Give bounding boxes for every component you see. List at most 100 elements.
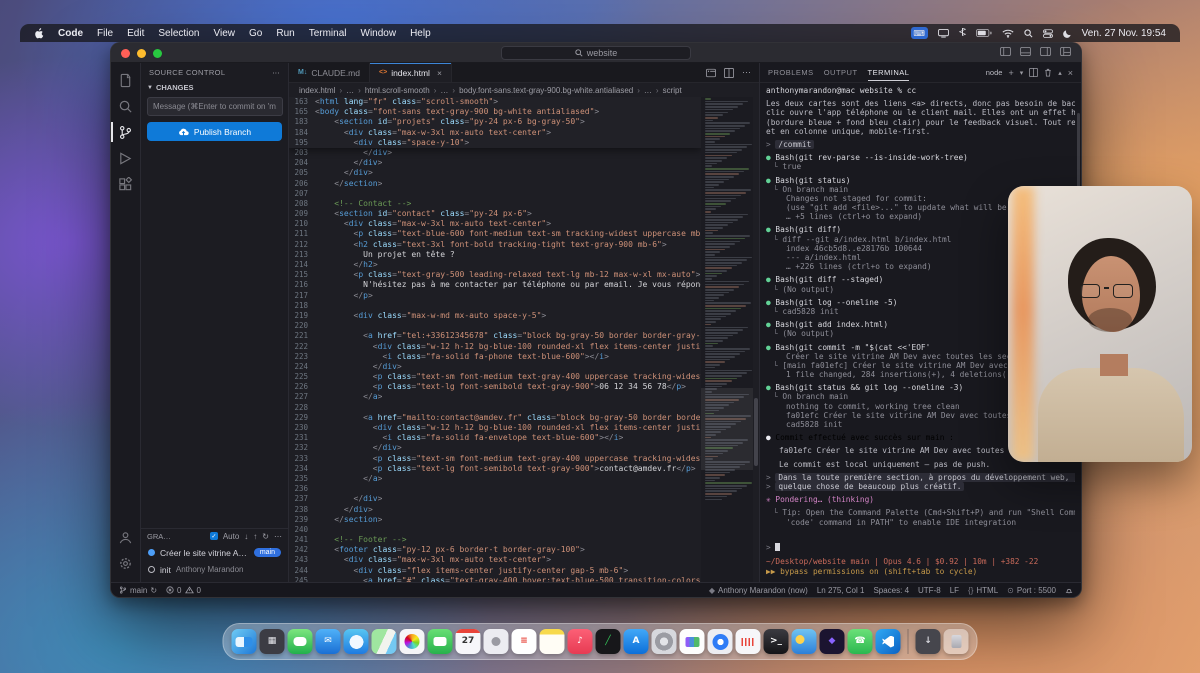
indentation-setting[interactable]: Spaces: 4 — [873, 586, 909, 595]
dock-freeform[interactable] — [680, 629, 705, 654]
code-line[interactable]: 210 <div class="max-w-3xl mx-auto text-c… — [289, 219, 701, 229]
graph-more-icon[interactable]: ⋯ — [274, 532, 282, 541]
code-line[interactable]: 241 <!-- Footer --> — [289, 535, 701, 545]
activity-extensions[interactable] — [111, 171, 141, 197]
publish-branch-button[interactable]: Publish Branch — [147, 122, 282, 141]
activity-explorer[interactable] — [111, 67, 141, 93]
code-line[interactable]: 237 </div> — [289, 494, 701, 504]
code-line[interactable]: 214 </h2> — [289, 260, 701, 270]
dock-facetime[interactable] — [428, 629, 453, 654]
menu-item-edit[interactable]: Edit — [127, 28, 144, 39]
dock-phone[interactable]: ☎ — [848, 629, 873, 654]
code-line[interactable]: 231 <i class="fa-solid fa-envelope text-… — [289, 433, 701, 443]
code-line[interactable]: 227 </a> — [289, 392, 701, 402]
command-center[interactable]: website — [501, 46, 691, 60]
tab-terminal[interactable]: TERMINAL — [868, 65, 910, 81]
toggle-sidebar-icon[interactable] — [1000, 47, 1011, 56]
menu-item-file[interactable]: File — [97, 28, 113, 39]
code-line[interactable]: 207 — [289, 189, 701, 199]
dock-appstore[interactable]: A — [624, 629, 649, 654]
code-line[interactable]: 218 — [289, 301, 701, 311]
breadcrumb-item[interactable]: html.scroll-smooth — [365, 86, 430, 95]
code-line[interactable]: 229 <a href="mailto:contact@amdev.fr" cl… — [289, 413, 701, 423]
dock-terminal[interactable]: >_ — [764, 629, 789, 654]
breadcrumb-item[interactable]: index.html — [299, 86, 335, 95]
more-actions-icon[interactable]: ⋯ — [272, 68, 280, 77]
tab-index-html[interactable]: <> index.html × — [370, 63, 452, 82]
code-line[interactable]: 203 </div> — [289, 148, 701, 158]
chevron-down-icon[interactable]: ▼ — [147, 85, 153, 91]
code-line[interactable]: 219 <div class="max-w-md mx-auto space-y… — [289, 311, 701, 321]
code-line[interactable]: 230 <div class="w-12 h-12 bg-blue-100 ro… — [289, 423, 701, 433]
zoom-window-button[interactable] — [153, 49, 162, 58]
eol-setting[interactable]: LF — [950, 586, 959, 595]
tab-claude-md[interactable]: M↓ CLAUDE.md — [289, 63, 370, 82]
dock-safari[interactable] — [344, 629, 369, 654]
code-line[interactable]: 240 — [289, 525, 701, 535]
tab-output[interactable]: OUTPUT — [824, 65, 858, 80]
menu-item-help[interactable]: Help — [410, 28, 431, 39]
screen-mirroring-icon[interactable] — [938, 29, 949, 38]
code-line[interactable]: 213 Un projet en tête ? — [289, 250, 701, 260]
code-line[interactable]: 223 <i class="fa-solid fa-phone text-blu… — [289, 352, 701, 362]
code-line[interactable]: 224 </div> — [289, 362, 701, 372]
code-line[interactable]: 243 <div class="max-w-3xl mx-auto text-c… — [289, 555, 701, 565]
auto-checkbox[interactable]: ✓ — [210, 532, 218, 540]
code-line[interactable]: 163<html lang="fr" class="scroll-smooth"… — [289, 97, 701, 107]
push-icon[interactable]: ↑ — [253, 532, 257, 541]
do-not-disturb-icon[interactable] — [1063, 29, 1072, 38]
dock-obsidian[interactable]: ◆ — [820, 629, 845, 654]
scrollbar-thumb[interactable] — [754, 398, 758, 466]
dock-trash[interactable] — [944, 629, 969, 654]
toggle-secondary-sidebar-icon[interactable] — [1040, 47, 1051, 56]
refresh-icon[interactable]: ↻ — [262, 532, 269, 541]
toggle-panel-icon[interactable] — [1020, 47, 1031, 56]
code-line[interactable]: 206 </section> — [289, 179, 701, 189]
maximize-panel-icon[interactable]: ▴ — [1058, 69, 1062, 77]
problems-indicator[interactable]: 0 0 — [166, 586, 201, 595]
code-line[interactable]: 217 </p> — [289, 291, 701, 301]
code-line[interactable]: 234 <p class="text-lg font-semibold text… — [289, 464, 701, 474]
activity-run-debug[interactable] — [111, 145, 141, 171]
new-terminal-icon[interactable]: + — [1008, 68, 1013, 78]
dock-mail[interactable]: ✉ — [316, 629, 341, 654]
dock-downloads[interactable]: ↓ — [916, 629, 941, 654]
commit-message-input[interactable] — [147, 97, 283, 116]
dock-reminders[interactable]: ≡ — [512, 629, 537, 654]
menu-item-go[interactable]: Go — [249, 28, 262, 39]
code-line[interactable]: 239 </section> — [289, 515, 701, 525]
live-server-port[interactable]: ⊙Port : 5500 — [1007, 586, 1056, 595]
menu-item-selection[interactable]: Selection — [158, 28, 199, 39]
code-line[interactable]: 205 </div> — [289, 168, 701, 178]
breadcrumb-item[interactable]: … — [440, 86, 448, 95]
code-editor[interactable]: 163<html lang="fr" class="scroll-smooth"… — [289, 97, 759, 582]
sync-icon[interactable]: ↻ — [150, 586, 157, 595]
close-tab-icon[interactable]: × — [437, 68, 442, 78]
editor-more-icon[interactable]: ⋯ — [742, 67, 751, 78]
cursor-position[interactable]: Ln 275, Col 1 — [817, 586, 865, 595]
minimap[interactable] — [701, 97, 753, 582]
control-center-icon[interactable] — [1043, 29, 1053, 38]
dock-calendar[interactable]: 27 — [456, 629, 481, 654]
dock-contacts[interactable] — [484, 629, 509, 654]
dock-finder[interactable] — [232, 629, 257, 654]
code-line[interactable]: 222 <div class="w-12 h-12 bg-blue-100 ro… — [289, 342, 701, 352]
window-titlebar[interactable]: ← → website — [111, 43, 1081, 63]
language-mode[interactable]: {}HTML — [968, 586, 998, 595]
terminal-scrollbar[interactable] — [1077, 113, 1080, 193]
code-line[interactable]: 221 <a href="tel:+33612345678" class="bl… — [289, 331, 701, 341]
menu-clock[interactable]: Ven. 27 Nov. 19:54 — [1082, 28, 1166, 39]
terminal-profile-label[interactable]: node — [986, 68, 1003, 77]
menu-item-view[interactable]: View — [214, 28, 236, 39]
code-line[interactable]: 232 </div> — [289, 443, 701, 453]
close-panel-icon[interactable]: × — [1068, 68, 1073, 78]
dock-photos[interactable] — [400, 629, 425, 654]
code-line[interactable]: 212 <h2 class="text-3xl font-bold tracki… — [289, 240, 701, 250]
branch-indicator[interactable]: main ↻ — [119, 585, 157, 595]
code-line[interactable]: 225 <p class="text-sm font-medium text-g… — [289, 372, 701, 382]
breadcrumb-item[interactable]: script — [663, 86, 682, 95]
dock-music[interactable]: ♪ — [568, 629, 593, 654]
dock-browser[interactable] — [708, 629, 733, 654]
code-line[interactable]: 238 </div> — [289, 505, 701, 515]
editor-scrollbar[interactable] — [753, 97, 759, 582]
